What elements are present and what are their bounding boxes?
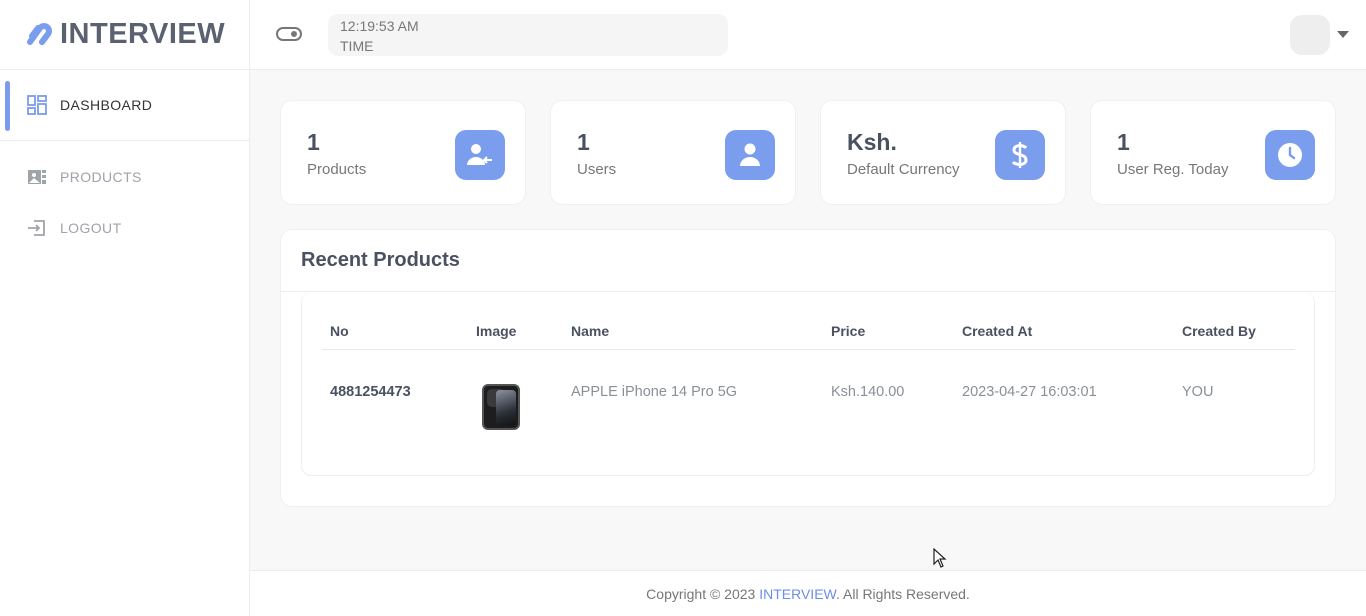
footer-suffix: . All Rights Reserved. [835,586,970,602]
logout-icon [26,217,47,238]
toggle-switch-icon[interactable] [276,24,302,44]
user-arrow-icon [455,130,505,180]
user-icon [725,130,775,180]
dashboard-grid-icon [26,95,47,116]
cell-no: 4881254473 [330,384,411,400]
avatar[interactable] [1290,15,1330,55]
stat-card-products: 1 Products [280,100,526,205]
sidebar-item-logout[interactable]: LOGOUT [0,202,249,253]
stat-value: Ksh. [847,129,897,155]
clock-icon [1265,130,1315,180]
stat-card-users: 1 Users [550,100,796,205]
cell-price: Ksh.140.00 [831,384,905,400]
sidebar-item-label: PRODUCTS [60,168,142,185]
cell-created-at: 2023-04-27 16:03:01 [962,384,1097,400]
column-header-no[interactable]: No [330,323,349,339]
column-header-price[interactable]: Price [831,323,865,339]
products-image-icon [26,166,47,187]
link-logo-icon [27,22,52,45]
stat-value: 1 [1117,129,1130,155]
stat-value: 1 [307,129,320,155]
stat-card-user-reg: 1 User Reg. Today [1090,100,1336,205]
recent-products-panel: Recent Products No Image Name Price Crea… [280,229,1336,507]
column-header-name[interactable]: Name [571,323,609,339]
stat-label: User Reg. Today [1117,161,1229,178]
stat-card-currency: Ksh. Default Currency [820,100,1066,205]
dollar-icon [995,130,1045,180]
header-divider [322,349,1295,350]
mouse-cursor-icon [933,548,947,568]
topbar: 12:19:53 AM TIME [250,0,1366,70]
footer-brand-link[interactable]: INTERVIEW [759,586,836,602]
products-table: No Image Name Price Created At Created B… [301,292,1315,476]
footer-prefix: Copyright © 2023 [646,586,760,602]
time-label: TIME [340,38,374,54]
sidebar-nav: DASHBOARD PRODUCTS LOGOUT [0,70,249,253]
column-header-image[interactable]: Image [476,323,516,339]
stat-label: Products [307,161,367,178]
iphone-image[interactable] [482,384,520,430]
column-header-created-by[interactable]: Created By [1182,323,1256,339]
time-display: 12:19:53 AM TIME [328,14,728,56]
stat-label: Users [577,161,617,178]
sidebar: INTERVIEW DASHBOARD PRODUCTS LOGOUT [0,0,250,616]
panel-title: Recent Products [301,249,460,271]
cell-created-by: YOU [1182,384,1214,400]
brand[interactable]: INTERVIEW [0,0,249,70]
sidebar-item-dashboard[interactable]: DASHBOARD [0,70,249,141]
stat-label: Default Currency [847,161,960,178]
chevron-down-icon[interactable] [1337,31,1349,38]
column-header-created-at[interactable]: Created At [962,323,1032,339]
brand-name: INTERVIEW [60,18,226,50]
footer: Copyright © 2023 INTERVIEW. All Rights R… [250,570,1366,616]
cell-name: APPLE iPhone 14 Pro 5G [571,384,738,400]
sidebar-item-products[interactable]: PRODUCTS [0,151,249,202]
time-value: 12:19:53 AM [340,18,419,34]
stat-value: 1 [577,129,590,155]
sidebar-item-label: DASHBOARD [60,97,153,113]
sidebar-item-label: LOGOUT [60,219,122,236]
